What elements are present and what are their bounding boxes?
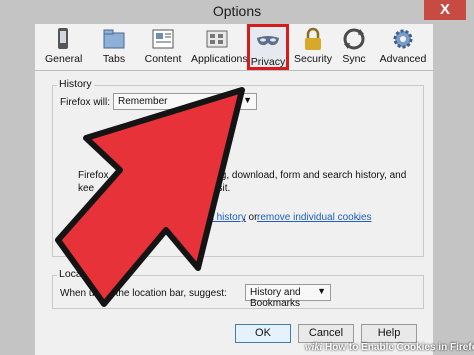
remove-cookies-link[interactable]: remove individual cookies [257,212,372,223]
tab-security[interactable]: Security [293,24,333,68]
chevron-down-icon: ▼ [317,286,326,296]
history-label: History [57,78,94,90]
content-icon [152,29,174,49]
options-window: Options X General Tabs Content Applicati… [0,0,474,355]
tab-content[interactable]: Content [143,24,183,68]
window-frame-right [433,24,474,355]
general-icon [58,28,68,49]
tabs-icon [103,29,125,49]
lock-icon [305,27,321,50]
firefox-will-label: Firefox will: [60,97,111,108]
watermark-text: How to Enable Cookies in Firefox [325,342,474,353]
remove-end: . [357,212,360,223]
close-button[interactable]: X [424,0,466,20]
suggest-select[interactable]: History and Bookmarks ▼ [245,284,331,309]
clear-mid: , or [243,212,258,223]
options-toolbar: General Tabs Content Applications Privac… [35,24,433,71]
tab-sync[interactable]: Sync [339,24,369,68]
privacy-mask-icon [257,36,279,46]
tab-applications[interactable]: Applications [191,24,248,68]
location-bar-label: Location Bar [57,268,120,280]
help-button[interactable]: Help [361,324,417,343]
history-description-2: u visit. [202,183,231,194]
tab-advanced[interactable]: Advanced [379,24,427,68]
ok-button[interactable]: OK [235,324,291,343]
cancel-button[interactable]: Cancel [298,324,354,343]
title-bar: Options X [0,0,474,24]
tab-general[interactable]: General [45,24,82,68]
history-description-start: Firefox [78,170,109,181]
history-description-2-start: kee [78,183,95,194]
clear-prefix: ant to [119,212,145,223]
watermark: wiki How to Enable Cookies in Firefox [305,342,474,353]
history-mode-select[interactable]: Remember ▼ [113,93,257,110]
watermark-brand: wiki [305,342,323,353]
window-title: Options [212,3,262,19]
history-description: sing, download, form and search history,… [208,170,407,181]
tab-tabs[interactable]: Tabs [99,24,129,68]
gear-icon [393,29,413,49]
window-frame-left [0,24,35,355]
suggest-label: When using the location bar, suggest: [60,288,227,299]
sync-icon [343,28,365,50]
tab-privacy[interactable]: Privacy [247,24,289,70]
applications-icon [206,30,228,48]
chevron-down-icon: ▼ [243,95,252,105]
clear-recent-history-link[interactable]: recent history [186,212,246,223]
